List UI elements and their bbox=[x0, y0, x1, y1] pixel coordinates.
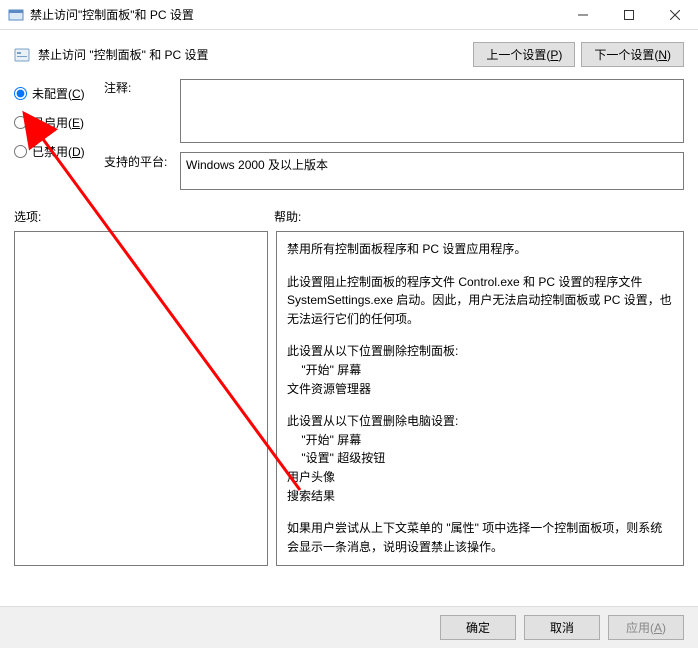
help-label: 帮助: bbox=[274, 208, 301, 225]
help-panel: 禁用所有控制面板程序和 PC 设置应用程序。 此设置阻止控制面板的程序文件 Co… bbox=[276, 231, 684, 566]
apply-button[interactable]: 应用(A) bbox=[608, 615, 684, 640]
ok-button[interactable]: 确定 bbox=[440, 615, 516, 640]
state-radio-group: 未配置(C) 已启用(E) 已禁用(D) bbox=[14, 79, 104, 172]
previous-setting-button[interactable]: 上一个设置(P) bbox=[473, 42, 575, 67]
help-text: 用户头像 bbox=[287, 468, 673, 487]
help-text: 禁用所有控制面板程序和 PC 设置应用程序。 bbox=[287, 240, 673, 259]
body-row: 禁用所有控制面板程序和 PC 设置应用程序。 此设置阻止控制面板的程序文件 Co… bbox=[14, 231, 684, 566]
radio-enabled-input[interactable] bbox=[14, 116, 27, 129]
help-text: 此设置从以下位置删除电脑设置: bbox=[287, 412, 673, 431]
help-text: 搜索结果 bbox=[287, 487, 673, 506]
section-labels: 选项: 帮助: bbox=[14, 208, 684, 225]
platform-text: Windows 2000 及以上版本 bbox=[186, 158, 328, 172]
help-text: "开始" 屏幕 bbox=[287, 431, 673, 450]
comment-label: 注释: bbox=[104, 79, 180, 147]
window-title: 禁止访问"控制面板"和 PC 设置 bbox=[30, 6, 560, 23]
radio-disabled-input[interactable] bbox=[14, 145, 27, 158]
window-controls bbox=[560, 0, 698, 29]
comment-textarea[interactable] bbox=[180, 79, 684, 143]
supported-platform-box: Windows 2000 及以上版本 bbox=[180, 152, 684, 190]
radio-enabled[interactable]: 已启用(E) bbox=[14, 114, 104, 131]
options-panel bbox=[14, 231, 268, 566]
help-text: 文件资源管理器 bbox=[287, 380, 673, 399]
close-button[interactable] bbox=[652, 0, 698, 30]
radio-not-configured[interactable]: 未配置(C) bbox=[14, 85, 104, 102]
policy-name: 禁止访问 "控制面板" 和 PC 设置 bbox=[38, 46, 473, 63]
radio-disabled[interactable]: 已禁用(D) bbox=[14, 143, 104, 160]
footer-bar: 确定 取消 应用(A) bbox=[0, 606, 698, 648]
help-text: 此设置从以下位置删除控制面板: bbox=[287, 342, 673, 361]
help-text: "设置" 超级按钮 bbox=[287, 449, 673, 468]
policy-icon bbox=[14, 47, 30, 63]
help-text: 此设置阻止控制面板的程序文件 Control.exe 和 PC 设置的程序文件 … bbox=[287, 273, 673, 329]
header-row: 禁止访问 "控制面板" 和 PC 设置 上一个设置(P) 下一个设置(N) bbox=[14, 42, 684, 67]
radio-not-configured-input[interactable] bbox=[14, 87, 27, 100]
input-column: Windows 2000 及以上版本 bbox=[180, 79, 684, 190]
window-icon bbox=[8, 7, 24, 23]
minimize-button[interactable] bbox=[560, 0, 606, 30]
options-label: 选项: bbox=[14, 208, 274, 225]
next-setting-button[interactable]: 下一个设置(N) bbox=[581, 42, 684, 67]
titlebar: 禁止访问"控制面板"和 PC 设置 bbox=[0, 0, 698, 30]
maximize-button[interactable] bbox=[606, 0, 652, 30]
content-area: 禁止访问 "控制面板" 和 PC 设置 上一个设置(P) 下一个设置(N) 未配… bbox=[0, 30, 698, 576]
platform-label: 支持的平台: bbox=[104, 153, 180, 170]
help-text: 如果用户尝试从上下文菜单的 "属性" 项中选择一个控制面板项，则系统会显示一条消… bbox=[287, 519, 673, 556]
help-text: "开始" 屏幕 bbox=[287, 361, 673, 380]
cancel-button[interactable]: 取消 bbox=[524, 615, 600, 640]
label-column: 注释: 支持的平台: bbox=[104, 79, 180, 176]
